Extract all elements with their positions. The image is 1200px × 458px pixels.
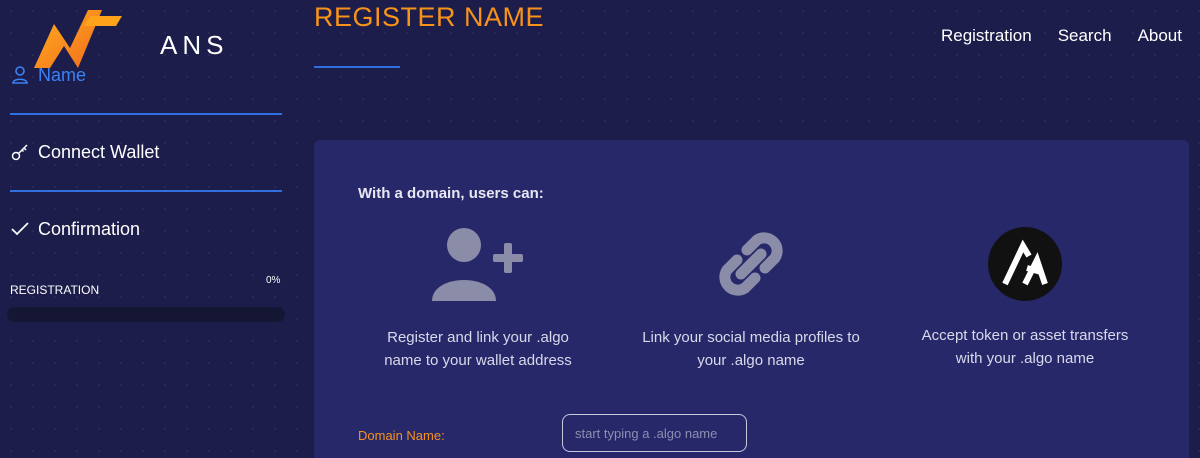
step-divider [10, 113, 282, 115]
step-divider [10, 190, 282, 192]
nav-about[interactable]: About [1138, 26, 1182, 46]
feature-transfers-line1: Accept token or asset transfers [921, 327, 1129, 344]
registration-label: REGISTRATION [10, 283, 100, 297]
feature-register-line1: Register and link your .algo [387, 329, 569, 346]
nav-search[interactable]: Search [1058, 26, 1112, 46]
step-name-label: Name [38, 64, 87, 85]
check-icon [10, 219, 30, 239]
feature-social-line1: Link your social media profiles to [642, 329, 860, 346]
domain-name-input[interactable] [562, 414, 747, 452]
step-connect-wallet[interactable]: Connect Wallet [10, 132, 282, 172]
top-nav: Registration Search About [941, 26, 1182, 46]
title-underline [314, 66, 400, 68]
link-icon [719, 232, 783, 296]
registration-progress-bar [7, 307, 285, 322]
registration-percent: 0% [266, 275, 281, 286]
nav-registration[interactable]: Registration [941, 26, 1032, 46]
algorand-icon [988, 227, 1062, 301]
feature-register-line2: name to your wallet address [384, 352, 572, 369]
add-user-icon [432, 228, 523, 301]
key-icon [10, 142, 30, 162]
step-name[interactable]: Name [10, 55, 282, 95]
user-icon [10, 65, 30, 85]
step-confirmation[interactable]: Confirmation [10, 209, 282, 249]
register-card: With a domain, users can: Register and l… [314, 140, 1189, 458]
feature-register: Register and link your .algo name to you… [343, 224, 613, 372]
step-confirmation-label: Confirmation [38, 218, 141, 239]
feature-transfers: Accept token or asset transfers with you… [890, 224, 1160, 370]
feature-social: Link your social media profiles to your … [616, 224, 886, 372]
page-title: REGISTER NAME [314, 2, 545, 32]
feature-social-line2: your .algo name [697, 352, 805, 369]
step-connect-wallet-label: Connect Wallet [38, 141, 160, 162]
domain-name-label: Domain Name: [358, 428, 445, 443]
feature-transfers-line2: with your .algo name [955, 350, 1095, 367]
card-heading: With a domain, users can: [358, 185, 544, 202]
